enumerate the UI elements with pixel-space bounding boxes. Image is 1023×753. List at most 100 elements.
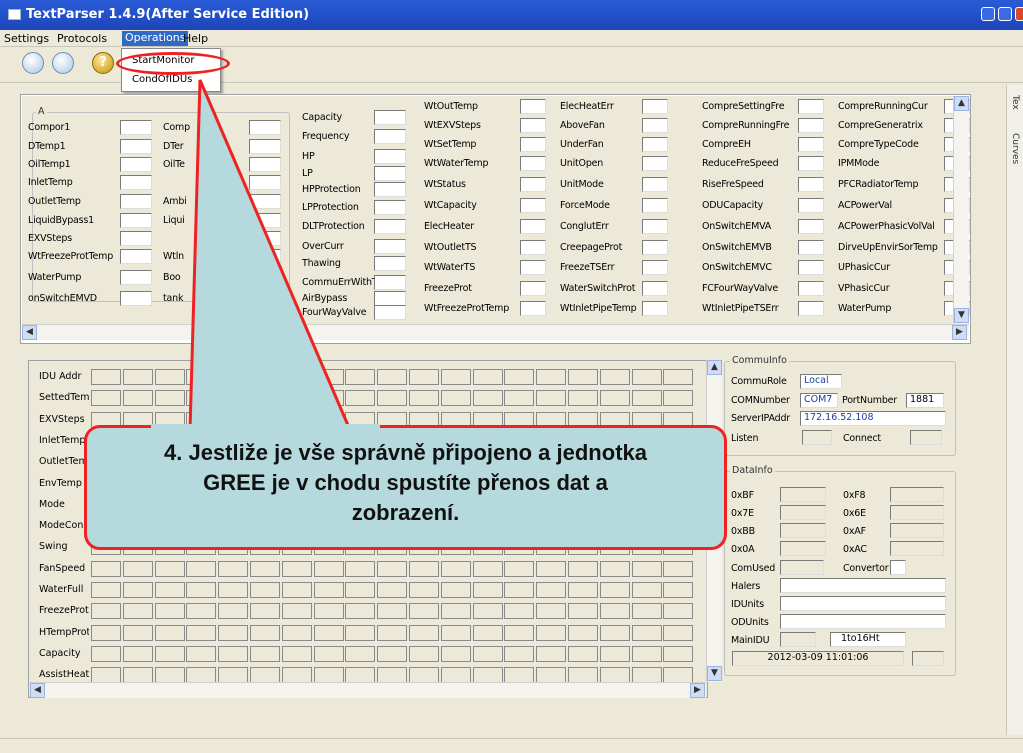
grid-cell[interactable] <box>250 624 280 641</box>
grid-cell[interactable] <box>472 560 503 577</box>
grid-cell[interactable] <box>663 560 694 577</box>
grid-cell[interactable] <box>440 582 471 598</box>
grid-cell[interactable] <box>91 603 121 620</box>
grid-cell[interactable] <box>122 582 153 598</box>
halers-field[interactable] <box>780 578 946 593</box>
field-value-box[interactable] <box>798 260 824 275</box>
grid-cell[interactable] <box>631 645 662 662</box>
grid-cell[interactable] <box>504 560 535 577</box>
grid-cell[interactable] <box>122 667 153 684</box>
scroll-down-icon[interactable]: ▼ <box>707 666 722 681</box>
field-value-box[interactable] <box>120 175 152 190</box>
grid-cell[interactable] <box>631 582 662 598</box>
grid-cell[interactable] <box>409 390 439 407</box>
field-value-box[interactable] <box>642 281 668 296</box>
grid-cell[interactable] <box>568 624 598 641</box>
grid-cell[interactable] <box>409 624 439 641</box>
top-vscroll[interactable]: ▲ ▼ <box>953 96 969 324</box>
grid-cell[interactable] <box>409 582 439 598</box>
field-value-box[interactable] <box>520 99 546 114</box>
grid-cell[interactable] <box>663 667 694 684</box>
grid-cell[interactable] <box>345 582 376 598</box>
help-icon[interactable]: ? <box>92 52 114 74</box>
com-number-field[interactable]: COM7 <box>800 393 838 408</box>
grid-cell[interactable] <box>536 369 567 385</box>
grid-cell[interactable] <box>409 560 439 577</box>
field-value-box[interactable] <box>120 213 152 228</box>
grid-cell[interactable] <box>313 603 344 620</box>
field-value-box[interactable] <box>520 219 546 234</box>
commu-role-field[interactable]: Local <box>800 374 842 389</box>
grid-cell[interactable] <box>250 582 280 598</box>
field-value-box[interactable] <box>798 219 824 234</box>
scroll-left-icon[interactable]: ◀ <box>30 683 45 698</box>
field-value-box[interactable] <box>642 177 668 192</box>
grid-cell[interactable] <box>281 582 312 598</box>
grid-cell[interactable] <box>250 560 280 577</box>
grid-cell[interactable] <box>536 560 567 577</box>
grid-cell[interactable] <box>377 603 408 620</box>
grid-cell[interactable] <box>250 603 280 620</box>
grid-cell[interactable] <box>186 645 217 662</box>
grid-cell[interactable] <box>122 624 153 641</box>
field-value-box[interactable] <box>798 137 824 152</box>
field-value-box[interactable] <box>642 219 668 234</box>
grid-cell[interactable] <box>250 645 280 662</box>
grid-cell[interactable] <box>186 603 217 620</box>
menu-settings[interactable]: Settings <box>4 32 49 45</box>
field-value-box[interactable] <box>642 156 668 171</box>
field-value-box[interactable] <box>520 281 546 296</box>
grid-cell[interactable] <box>663 390 694 407</box>
field-value-box[interactable] <box>520 260 546 275</box>
grid-cell[interactable] <box>281 645 312 662</box>
convertor-field[interactable] <box>890 560 906 575</box>
grid-cell[interactable] <box>663 582 694 598</box>
grid-cell[interactable] <box>409 603 439 620</box>
grid-cell[interactable] <box>599 603 630 620</box>
grid-cell[interactable] <box>440 645 471 662</box>
grid-cell[interactable] <box>472 603 503 620</box>
field-value-box[interactable] <box>120 249 152 264</box>
grid-cell[interactable] <box>599 390 630 407</box>
grid-cell[interactable] <box>504 603 535 620</box>
field-value-box[interactable] <box>120 291 152 306</box>
grid-cell[interactable] <box>440 390 471 407</box>
grid-cell[interactable] <box>122 369 153 385</box>
grid-cell[interactable] <box>536 603 567 620</box>
grid-cell[interactable] <box>218 603 249 620</box>
grid-cell[interactable] <box>313 645 344 662</box>
grid-cell[interactable] <box>440 369 471 385</box>
grid-cell[interactable] <box>377 645 408 662</box>
grid-cell[interactable] <box>663 624 694 641</box>
grid-cell[interactable] <box>122 603 153 620</box>
odunits-field[interactable] <box>780 614 946 629</box>
grid-cell[interactable] <box>568 667 598 684</box>
field-value-box[interactable] <box>798 156 824 171</box>
field-value-box[interactable] <box>798 281 824 296</box>
grid-cell[interactable] <box>472 624 503 641</box>
grid-cell[interactable] <box>154 645 185 662</box>
grid-cell[interactable] <box>440 667 471 684</box>
grid-cell[interactable] <box>631 603 662 620</box>
grid-cell[interactable] <box>218 645 249 662</box>
field-value-box[interactable] <box>642 118 668 133</box>
server-ip-field[interactable]: 172.16.52.108 <box>800 411 946 426</box>
field-value-box[interactable] <box>642 301 668 316</box>
grid-cell[interactable] <box>631 667 662 684</box>
grid-cell[interactable] <box>631 560 662 577</box>
grid-cell[interactable] <box>536 645 567 662</box>
scroll-up-icon[interactable]: ▲ <box>954 96 969 111</box>
field-value-box[interactable] <box>520 118 546 133</box>
field-value-box[interactable] <box>798 198 824 213</box>
minimize-button[interactable] <box>981 7 995 21</box>
field-value-box[interactable] <box>120 231 152 246</box>
close-button[interactable] <box>1015 7 1023 21</box>
grid-cell[interactable] <box>568 582 598 598</box>
field-value-box[interactable] <box>520 156 546 171</box>
field-value-box[interactable] <box>642 99 668 114</box>
grid-cell[interactable] <box>218 667 249 684</box>
field-value-box[interactable] <box>520 137 546 152</box>
grid-cell[interactable] <box>599 560 630 577</box>
grid-cell[interactable] <box>91 667 121 684</box>
grid-cell[interactable] <box>599 582 630 598</box>
